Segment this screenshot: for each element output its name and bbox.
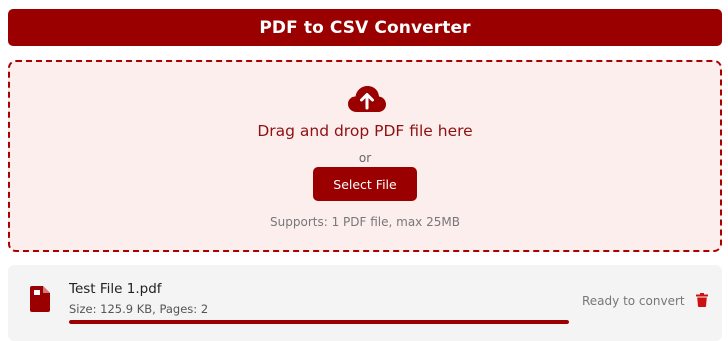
- upload-progress-fill: [69, 320, 569, 324]
- supports-note: Supports: 1 PDF file, max 25MB: [270, 215, 460, 229]
- cloud-upload-icon: [348, 86, 386, 112]
- file-name: Test File 1.pdf: [69, 281, 162, 297]
- file-dropzone[interactable]: Drag and drop PDF file here or Select Fi…: [8, 60, 722, 252]
- file-list-item: Test File 1.pdf Size: 125.9 KB, Pages: 2…: [8, 265, 722, 341]
- select-file-button[interactable]: Select File: [313, 167, 417, 201]
- upload-progress-bar: [69, 320, 569, 324]
- trash-icon[interactable]: [696, 293, 708, 307]
- page-title: PDF to CSV Converter: [259, 17, 471, 38]
- or-separator: or: [358, 151, 372, 165]
- file-status: Ready to convert: [582, 294, 685, 308]
- file-meta: Size: 125.9 KB, Pages: 2: [69, 302, 209, 316]
- app-header: PDF to CSV Converter: [8, 9, 722, 46]
- pdf-file-icon: [30, 286, 50, 312]
- dropzone-prompt: Drag and drop PDF file here: [257, 122, 473, 140]
